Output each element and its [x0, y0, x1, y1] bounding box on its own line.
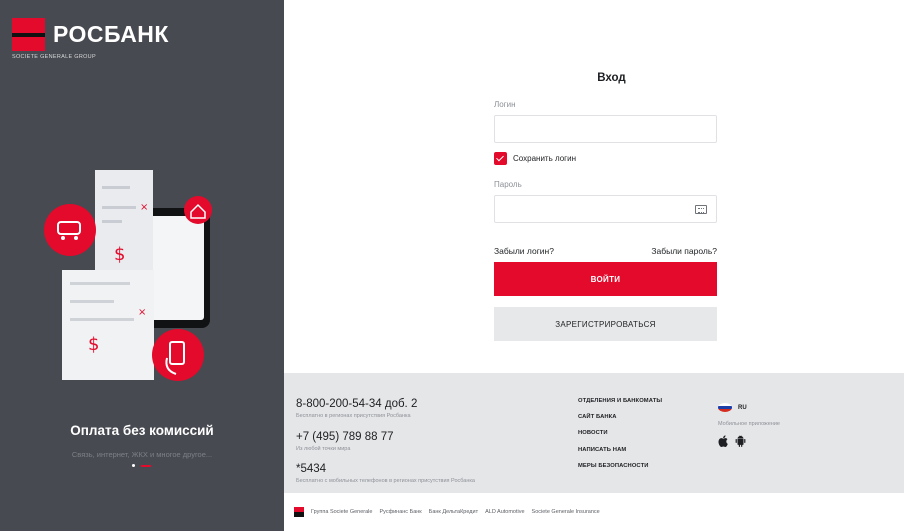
password-label: Пароль: [494, 180, 522, 189]
payment-illustration-icon: × $ × $: [44, 170, 212, 381]
phone-number[interactable]: *5434: [296, 463, 326, 475]
remember-login-checkbox[interactable]: [494, 152, 507, 165]
mobile-app-label: Мобильное приложение: [718, 421, 780, 427]
svg-text:×: ×: [138, 307, 146, 318]
footer-link-site[interactable]: САЙТ БАНКА: [578, 414, 617, 420]
partner-link[interactable]: Societe Generale Insurance: [532, 509, 600, 515]
footer-link-security[interactable]: МЕРЫ БЕЗОПАСНОСТИ: [578, 463, 648, 469]
phone-note: Бесплатно с мобильных телефонов в регион…: [296, 478, 475, 484]
android-icon[interactable]: [735, 435, 746, 447]
remember-login-label: Сохранить логин: [513, 154, 576, 163]
carousel-indicator: [132, 464, 151, 467]
partner-link[interactable]: Банк ДельтаКредит: [429, 509, 478, 515]
login-title: Вход: [597, 72, 626, 84]
carousel-dot-active[interactable]: [141, 464, 151, 467]
brand-subtitle: SOCIETE GENERALE GROUP: [12, 54, 96, 60]
phone-note: Бесплатно в регионах присутствия Росбанк…: [296, 413, 411, 419]
rosbank-logo-mark-icon: [12, 18, 45, 51]
remember-login-row[interactable]: Сохранить логин: [494, 152, 576, 165]
partner-link[interactable]: Русфинанс Банк: [379, 509, 421, 515]
footer-link-contact[interactable]: НАПИСАТЬ НАМ: [578, 447, 626, 453]
phone-number[interactable]: 8-800-200-54-34 доб. 2: [296, 398, 417, 410]
phone-note: Из любой точки мира: [296, 446, 351, 452]
svg-text:$: $: [88, 334, 99, 355]
language-code: RU: [738, 404, 747, 411]
phone-number[interactable]: +7 (495) 789 88 77: [296, 431, 394, 443]
carousel-dot[interactable]: [132, 464, 135, 467]
login-page: РОСБАНК SOCIETE GENERALE GROUP × $ × $ О…: [0, 0, 904, 531]
virtual-keyboard-icon[interactable]: [695, 205, 707, 214]
forgot-password-link[interactable]: Забыли пароль?: [651, 246, 717, 256]
svg-text:$: $: [114, 244, 125, 265]
partners-bar: Группа Societe Generale Русфинанс Банк Б…: [284, 493, 904, 531]
brand-name: РОСБАНК: [53, 21, 169, 47]
login-button[interactable]: ВОЙТИ: [494, 262, 717, 296]
rosbank-logo[interactable]: РОСБАНК: [12, 18, 169, 51]
promo-panel: РОСБАНК SOCIETE GENERALE GROUP × $ × $ О…: [0, 0, 284, 531]
footer: 8-800-200-54-34 доб. 2 Бесплатно в регио…: [284, 373, 904, 493]
password-input[interactable]: [494, 195, 717, 223]
footer-link-branches[interactable]: ОТДЕЛЕНИЯ И БАНКОМАТЫ: [578, 398, 662, 404]
promo-subtitle: Связь, интернет, ЖКХ и многое другое...: [71, 450, 213, 459]
login-form: Вход Логин Сохранить логин Пароль Забыли…: [494, 72, 717, 341]
promo-title: Оплата без комиссий: [70, 423, 214, 438]
mobile-app-links: [718, 435, 746, 447]
apple-icon[interactable]: [718, 435, 729, 447]
partner-link[interactable]: Группа Societe Generale: [311, 509, 372, 515]
login-label: Логин: [494, 100, 516, 109]
register-button[interactable]: ЗАРЕГИСТРИРОВАТЬСЯ: [494, 307, 717, 341]
partner-link[interactable]: ALD Automotive: [485, 509, 524, 515]
footer-link-news[interactable]: НОВОСТИ: [578, 430, 608, 436]
login-input[interactable]: [494, 115, 717, 143]
societe-generale-logo-icon: [294, 507, 304, 517]
forgot-login-link[interactable]: Забыли логин?: [494, 246, 554, 256]
svg-text:×: ×: [140, 202, 148, 213]
russia-flag-icon: [718, 403, 732, 412]
language-selector[interactable]: RU: [718, 403, 747, 412]
